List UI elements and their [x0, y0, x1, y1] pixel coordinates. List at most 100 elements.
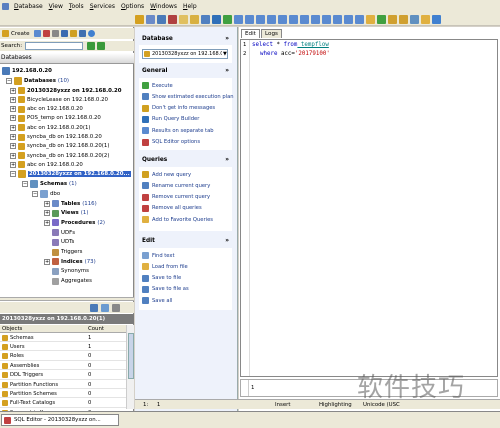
- action-don-t-get-info-messages[interactable]: Don't get info messages: [142, 104, 215, 113]
- grid-options-icon[interactable]: [112, 303, 120, 312]
- tree-schemas-node[interactable]: − Schemas (1): [0, 179, 134, 188]
- help-icon[interactable]: [87, 30, 95, 37]
- grid-header-count[interactable]: Count: [88, 326, 104, 332]
- action-sql-editor-options[interactable]: SQL Editor options: [142, 138, 200, 147]
- toolbar-new-icon[interactable]: [179, 14, 188, 24]
- database-section-title[interactable]: Database »: [139, 32, 232, 45]
- create-button[interactable]: Create: [11, 31, 30, 37]
- expand-icon[interactable]: +: [10, 106, 16, 113]
- chevron-down-icon[interactable]: ▼: [223, 51, 227, 57]
- search-prev-button[interactable]: [87, 42, 95, 50]
- toolbar-folder2-icon[interactable]: [421, 14, 430, 24]
- toolbar-window2-icon[interactable]: [245, 14, 254, 24]
- sql-line-2[interactable]: where acc='20179100': [260, 51, 330, 57]
- pane-splitter[interactable]: [0, 297, 134, 301]
- tree-db-item[interactable]: + POS_temp on 192.168.0.20: [0, 114, 134, 123]
- tree-dbo-child[interactable]: + Views (1): [0, 209, 134, 218]
- menu-view[interactable]: View: [46, 3, 66, 10]
- grid-refresh-icon[interactable]: [101, 303, 109, 312]
- menu-help[interactable]: Help: [180, 3, 200, 10]
- toolbar-arrow-icon[interactable]: [377, 14, 386, 24]
- toolbar-play-icon[interactable]: [223, 14, 232, 24]
- expand-icon[interactable]: +: [10, 115, 16, 122]
- expand-icon[interactable]: +: [10, 87, 16, 94]
- grid-icon[interactable]: [78, 30, 86, 37]
- expand-icon[interactable]: +: [44, 200, 50, 207]
- toolbar-key2-icon[interactable]: [399, 14, 408, 24]
- tree-db-item[interactable]: + abc on 192.168.0.20(1): [0, 123, 134, 132]
- filter-icon[interactable]: [60, 30, 68, 37]
- collapse-icon[interactable]: −: [6, 77, 12, 84]
- tab-edit[interactable]: Edit: [241, 29, 260, 38]
- action-save-to-file-as[interactable]: Save to file as: [142, 285, 189, 294]
- collapse-icon[interactable]: −: [10, 170, 16, 177]
- toolbar-window5-icon[interactable]: [278, 14, 287, 24]
- tree-db-item[interactable]: + BicycleLease on 192.168.0.20: [0, 95, 134, 104]
- tree-db-item[interactable]: +20130328yxzz on 192.168.0.20: [0, 86, 134, 95]
- menu-options[interactable]: Options: [118, 3, 147, 10]
- toolbar-info-icon[interactable]: [432, 14, 441, 24]
- toolbar-window11-icon[interactable]: [344, 14, 353, 24]
- grid-scrollbar[interactable]: [126, 325, 134, 409]
- table-row[interactable]: Users 1: [0, 343, 126, 352]
- action-save-all[interactable]: Save all: [142, 296, 172, 305]
- tree-db-item[interactable]: + syncba_db on 192.168.0.20(1): [0, 142, 134, 151]
- toolbar-window10-icon[interactable]: [333, 14, 342, 24]
- action-remove-current-query[interactable]: Remove current query: [142, 193, 210, 202]
- toolbar-sql-icon[interactable]: [168, 14, 177, 24]
- action-load-from-file[interactable]: Load from file: [142, 262, 188, 271]
- action-run-query-builder[interactable]: Run Query Builder: [142, 115, 199, 124]
- table-row[interactable]: Schemas 1: [0, 334, 126, 342]
- expand-icon[interactable]: +: [10, 134, 16, 140]
- collapse-icon[interactable]: −: [32, 190, 38, 197]
- expand-icon[interactable]: +: [10, 96, 16, 103]
- toolbar-open-icon[interactable]: [190, 14, 199, 24]
- menu-windows[interactable]: Windows: [147, 3, 180, 10]
- grid-view-icon[interactable]: [90, 303, 98, 312]
- action-rename-current-query[interactable]: Rename current query: [142, 181, 210, 190]
- toolbar-window3-icon[interactable]: [256, 14, 265, 24]
- refresh-icon[interactable]: [33, 30, 41, 37]
- tree-dbo-child[interactable]: UDFs: [0, 228, 134, 237]
- taskbar-item-sql-editor[interactable]: SQL Editor - 20130328yxzz on...: [1, 414, 119, 426]
- toolbar-window9-icon[interactable]: [322, 14, 331, 24]
- toolbar-table-icon[interactable]: [157, 14, 166, 24]
- toolbar-window-icon[interactable]: [234, 14, 243, 24]
- tab-logs[interactable]: Logs: [261, 29, 282, 38]
- toolbar-search-icon[interactable]: [410, 14, 419, 24]
- table-row[interactable]: DDL Triggers 0: [0, 372, 126, 380]
- table-row[interactable]: Partition Schemes 0: [0, 390, 126, 399]
- tree-databases-node[interactable]: − Databases (10): [0, 76, 134, 85]
- toolbar-window4-icon[interactable]: [267, 14, 276, 24]
- expand-icon[interactable]: +: [10, 161, 16, 168]
- delete-icon[interactable]: [42, 30, 50, 37]
- search-input[interactable]: [25, 42, 83, 50]
- expand-icon[interactable]: +: [44, 258, 50, 265]
- toolbar-window7-icon[interactable]: [300, 14, 309, 24]
- table-row[interactable]: Roles 0: [0, 353, 126, 361]
- sql-line-1[interactable]: select * from tempflow: [252, 42, 329, 48]
- table-row[interactable]: Assemblies 0: [0, 362, 126, 371]
- tree-selected-db[interactable]: − 20130328yxzz on 192.168.0.20...: [0, 169, 134, 178]
- tree-dbo-child[interactable]: Synonyms: [0, 267, 134, 276]
- collapse-icon[interactable]: −: [22, 180, 28, 187]
- database-selector[interactable]: 20130328yxzz on 192.168.0.20 ▼: [142, 49, 228, 59]
- action-show-estimated-execution-plan[interactable]: Show estimated execution plan: [142, 92, 234, 101]
- action-save-to-file[interactable]: Save to file: [142, 274, 181, 283]
- toolbar-window12-icon[interactable]: [355, 14, 364, 24]
- toolbar-window6-icon[interactable]: [289, 14, 298, 24]
- toolbar-window8-icon[interactable]: [311, 14, 320, 24]
- action-execute[interactable]: Execute: [142, 81, 173, 90]
- queries-section-title[interactable]: Queries »: [139, 153, 232, 166]
- search-next-button[interactable]: [97, 42, 105, 50]
- action-find-text[interactable]: Find text: [142, 251, 175, 260]
- collapse-chevron-icon[interactable]: »: [225, 238, 229, 244]
- toolbar-key-icon[interactable]: [388, 14, 397, 24]
- toolbar-folder-icon[interactable]: [366, 14, 375, 24]
- toolbar-db-icon[interactable]: [135, 14, 144, 24]
- menu-tools[interactable]: Tools: [66, 3, 87, 10]
- action-add-new-query[interactable]: Add new query: [142, 170, 191, 179]
- expand-icon[interactable]: +: [10, 124, 16, 131]
- table-row[interactable]: Full-Text Catalogs 0: [0, 400, 126, 408]
- tree-db-item[interactable]: + abc on 192.168.0.20: [0, 105, 134, 114]
